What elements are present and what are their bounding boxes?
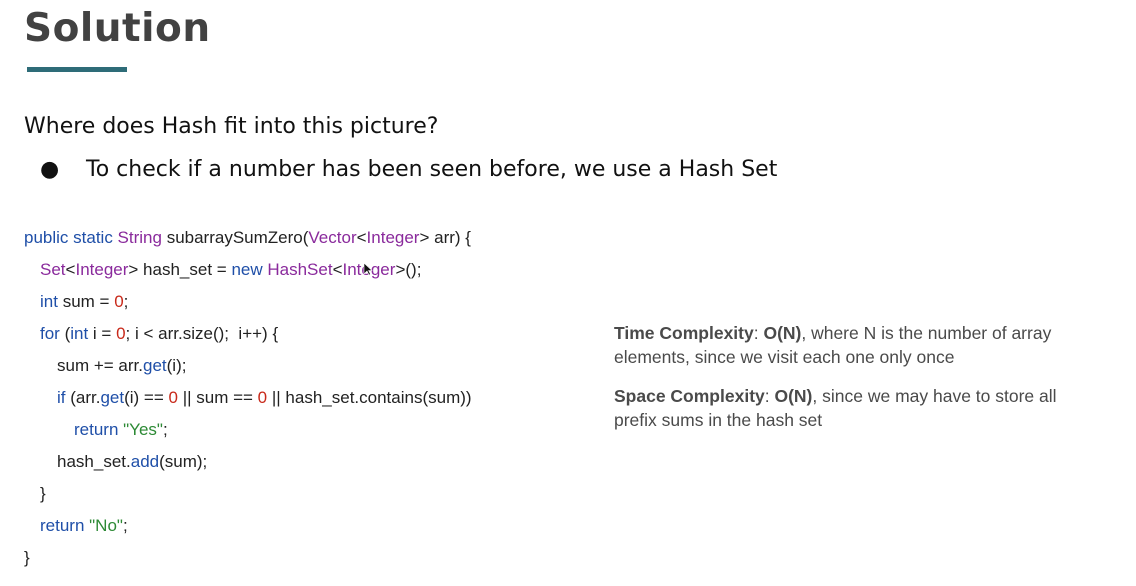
code-token: (i); bbox=[166, 356, 187, 375]
code-token: Set bbox=[40, 260, 66, 279]
code-token: int bbox=[70, 324, 89, 343]
code-token: ; bbox=[162, 420, 168, 439]
space-complexity: Space Complexity: O(N), since we may hav… bbox=[614, 386, 1057, 430]
code-line-1: public static String subarraySumZero(Vec… bbox=[24, 226, 471, 250]
code-token: (arr. bbox=[65, 388, 101, 407]
code-token: ; i < arr.size(); i++) { bbox=[125, 324, 279, 343]
time-complexity-label: Time Complexity bbox=[614, 323, 754, 343]
code-line-11: } bbox=[24, 546, 30, 570]
code-token: if bbox=[57, 388, 66, 407]
code-token: ; bbox=[123, 292, 129, 311]
code-token: hash_set. bbox=[57, 452, 131, 471]
code-token: (i) == bbox=[124, 388, 169, 407]
code-token: int bbox=[40, 292, 58, 311]
code-token: add bbox=[130, 452, 160, 471]
code-token: < bbox=[65, 260, 76, 279]
code-token: i = bbox=[88, 324, 117, 343]
code-token: ; bbox=[122, 516, 128, 535]
code-token: Vector bbox=[308, 228, 357, 247]
time-complexity: Time Complexity: O(N), where N is the nu… bbox=[614, 323, 1052, 367]
code-token: public static bbox=[24, 228, 118, 247]
code-token: for bbox=[40, 324, 60, 343]
code-token: sum += arr. bbox=[57, 356, 143, 375]
code-line-8: hash_set.add(sum); bbox=[57, 450, 207, 474]
space-complexity-label: Space Complexity bbox=[614, 386, 765, 406]
code-line-9: } bbox=[40, 482, 46, 506]
code-token: > arr) { bbox=[419, 228, 471, 247]
code-token: Integer bbox=[75, 260, 129, 279]
question-text: Where does Hash fit into this picture? bbox=[24, 114, 439, 139]
code-token: 0 bbox=[116, 324, 126, 343]
code-token: 0 bbox=[114, 292, 124, 311]
code-token: return bbox=[40, 516, 90, 535]
code-token: ( bbox=[59, 324, 71, 343]
code-token: "Yes" bbox=[123, 420, 163, 439]
code-token: } bbox=[24, 548, 30, 567]
code-token: < bbox=[356, 228, 367, 247]
code-token: subarraySumZero( bbox=[161, 228, 309, 247]
space-complexity-value: O(N) bbox=[774, 386, 813, 406]
code-token: HashSet bbox=[267, 260, 333, 279]
code-token: sum = bbox=[57, 292, 115, 311]
code-token: get bbox=[100, 388, 125, 407]
code-line-7: return "Yes"; bbox=[74, 418, 168, 442]
bullet-dot-icon: ● bbox=[40, 157, 60, 182]
code-token: >(); bbox=[395, 260, 422, 279]
code-token: new bbox=[231, 260, 268, 279]
code-token: String bbox=[117, 228, 162, 247]
slide-title: Solution bbox=[24, 6, 211, 51]
code-line-3: int sum = 0; bbox=[40, 290, 128, 314]
code-token: || sum == bbox=[177, 388, 258, 407]
code-line-5: sum += arr.get(i); bbox=[57, 354, 186, 378]
code-line-4: for (int i = 0; i < arr.size(); i++) { bbox=[40, 322, 278, 346]
code-token: 0 bbox=[257, 388, 268, 407]
code-token: } bbox=[40, 484, 46, 503]
code-token: Integer bbox=[366, 228, 420, 247]
code-token: || hash_set.contains(sum)) bbox=[267, 388, 472, 407]
bullet-text: To check if a number has been seen befor… bbox=[86, 157, 778, 182]
code-token: > hash_set = bbox=[128, 260, 232, 279]
code-token: 0 bbox=[168, 388, 178, 407]
code-token: "No" bbox=[89, 516, 123, 535]
code-token: (sum); bbox=[159, 452, 208, 471]
code-token: get bbox=[142, 356, 167, 375]
code-token: < bbox=[332, 260, 343, 279]
title-underline bbox=[27, 67, 127, 72]
code-line-6: if (arr.get(i) == 0 || sum == 0 || hash_… bbox=[57, 386, 472, 410]
mouse-cursor-icon bbox=[363, 262, 373, 276]
time-complexity-value: O(N) bbox=[763, 323, 802, 343]
code-line-10: return "No"; bbox=[40, 514, 128, 538]
code-token: return bbox=[74, 420, 124, 439]
